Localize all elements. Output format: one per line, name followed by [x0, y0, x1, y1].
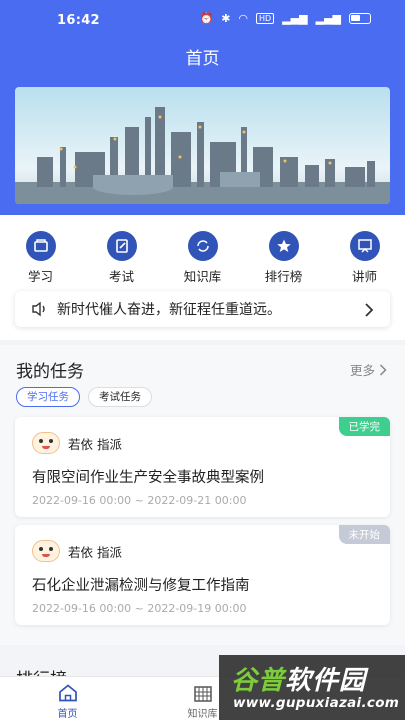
- chevron-right-icon: [379, 363, 387, 376]
- home-icon: [58, 684, 77, 702]
- tab-study-tasks[interactable]: 学习任务: [16, 387, 80, 407]
- watermark-brand-a: 谷普: [231, 666, 286, 696]
- nav-label-exam: 考试: [108, 269, 134, 284]
- watermark-brand-b: 软件园: [285, 666, 367, 696]
- exam-icon: [106, 231, 137, 261]
- wifi-icon: ◠: [238, 12, 249, 25]
- task-assigner: 若依 指派: [32, 540, 122, 562]
- nav-item-lecturer[interactable]: 讲师: [324, 231, 405, 285]
- book-icon: [25, 231, 56, 261]
- nav-card: 学习 考试 知识库 排行榜 讲师 新时代催人奋进，新征程任重道远。: [0, 215, 405, 340]
- tab-exam-tasks[interactable]: 考试任务: [88, 387, 152, 407]
- notice-text: 新时代催人奋进，新征程任重道远。: [57, 302, 281, 318]
- signal-icon: ▂▄▆: [282, 12, 308, 25]
- page-title: 首页: [185, 49, 220, 69]
- nav-label-ranking: 排行榜: [264, 269, 303, 284]
- nav-label-study: 学习: [27, 269, 53, 284]
- quick-nav: 学习 考试 知识库 排行榜 讲师: [0, 231, 405, 285]
- status-time: 16:42: [57, 13, 100, 28]
- status-icons: ⏰ ✱ ◠ HD ▂▄▆ ▂▄▆: [199, 12, 371, 25]
- avatar: [32, 432, 60, 454]
- tabbar-label-knowledge: 知识库: [187, 709, 218, 720]
- tabbar-home[interactable]: 首页: [0, 677, 135, 720]
- watermark-url: www.gupuxiazai.com: [233, 695, 400, 711]
- notice-bar[interactable]: 新时代催人奋进，新征程任重道远。: [15, 291, 390, 327]
- task-card[interactable]: 未开始 若依 指派 石化企业泄漏检测与修复工作指南 2022-09-16 00:…: [15, 525, 390, 625]
- building-icon: [193, 686, 212, 702]
- tabbar-label-home: 首页: [57, 709, 78, 720]
- status-badge: 未开始: [338, 525, 390, 544]
- task-card[interactable]: 已学完 若依 指派 有限空间作业生产安全事故典型案例 2022-09-16 00…: [15, 417, 390, 517]
- speaker-icon: [31, 301, 49, 317]
- assigner-name: 若依: [68, 436, 94, 452]
- assign-action: 指派: [97, 436, 123, 452]
- battery-icon: [349, 13, 371, 24]
- assign-action: 指派: [97, 544, 123, 560]
- banner-image[interactable]: [15, 87, 390, 204]
- task-date-range: 2022-09-16 00:00 ~ 2022-09-21 00:00: [32, 494, 247, 507]
- more-label: 更多: [349, 363, 375, 378]
- tasks-section: 我的任务 更多 学习任务 考试任务 已学完 若依 指派 有限空间作业生产安全事故…: [0, 345, 405, 645]
- bluetooth-icon: ✱: [221, 12, 231, 25]
- star-icon: [268, 231, 299, 261]
- hd-icon: HD: [256, 13, 275, 24]
- header-area: 16:42 ⏰ ✱ ◠ HD ▂▄▆ ▂▄▆ 首页: [0, 0, 405, 215]
- watermark: 谷普软件园 www.gupuxiazai.com: [219, 655, 405, 720]
- task-date-range: 2022-09-16 00:00 ~ 2022-09-19 00:00: [32, 602, 247, 615]
- task-tabs: 学习任务 考试任务: [16, 387, 152, 407]
- nav-item-knowledge[interactable]: 知识库: [162, 231, 243, 285]
- more-link[interactable]: 更多: [350, 360, 387, 379]
- chevron-right-icon[interactable]: [364, 302, 374, 321]
- tasks-title: 我的任务: [16, 362, 84, 382]
- nav-label-knowledge: 知识库: [183, 269, 222, 284]
- alarm-icon: ⏰: [199, 12, 214, 25]
- assigner-name: 若依: [68, 544, 94, 560]
- avatar: [32, 540, 60, 562]
- task-title: 石化企业泄漏检测与修复工作指南: [32, 578, 250, 594]
- status-bar: 16:42 ⏰ ✱ ◠ HD ▂▄▆ ▂▄▆: [0, 0, 405, 40]
- nav-label-lecturer: 讲师: [351, 269, 377, 284]
- task-title: 有限空间作业生产安全事故典型案例: [32, 470, 264, 486]
- lecturer-icon: [349, 231, 380, 261]
- watermark-logo: 谷普软件园: [231, 660, 366, 697]
- signal-icon-2: ▂▄▆: [315, 12, 341, 25]
- refinery-illustration: [15, 107, 390, 204]
- knowledge-icon: [187, 231, 218, 261]
- nav-item-study[interactable]: 学习: [0, 231, 81, 285]
- nav-item-ranking[interactable]: 排行榜: [243, 231, 324, 285]
- task-assigner: 若依 指派: [32, 432, 122, 454]
- status-badge: 已学完: [338, 417, 390, 436]
- nav-item-exam[interactable]: 考试: [81, 231, 162, 285]
